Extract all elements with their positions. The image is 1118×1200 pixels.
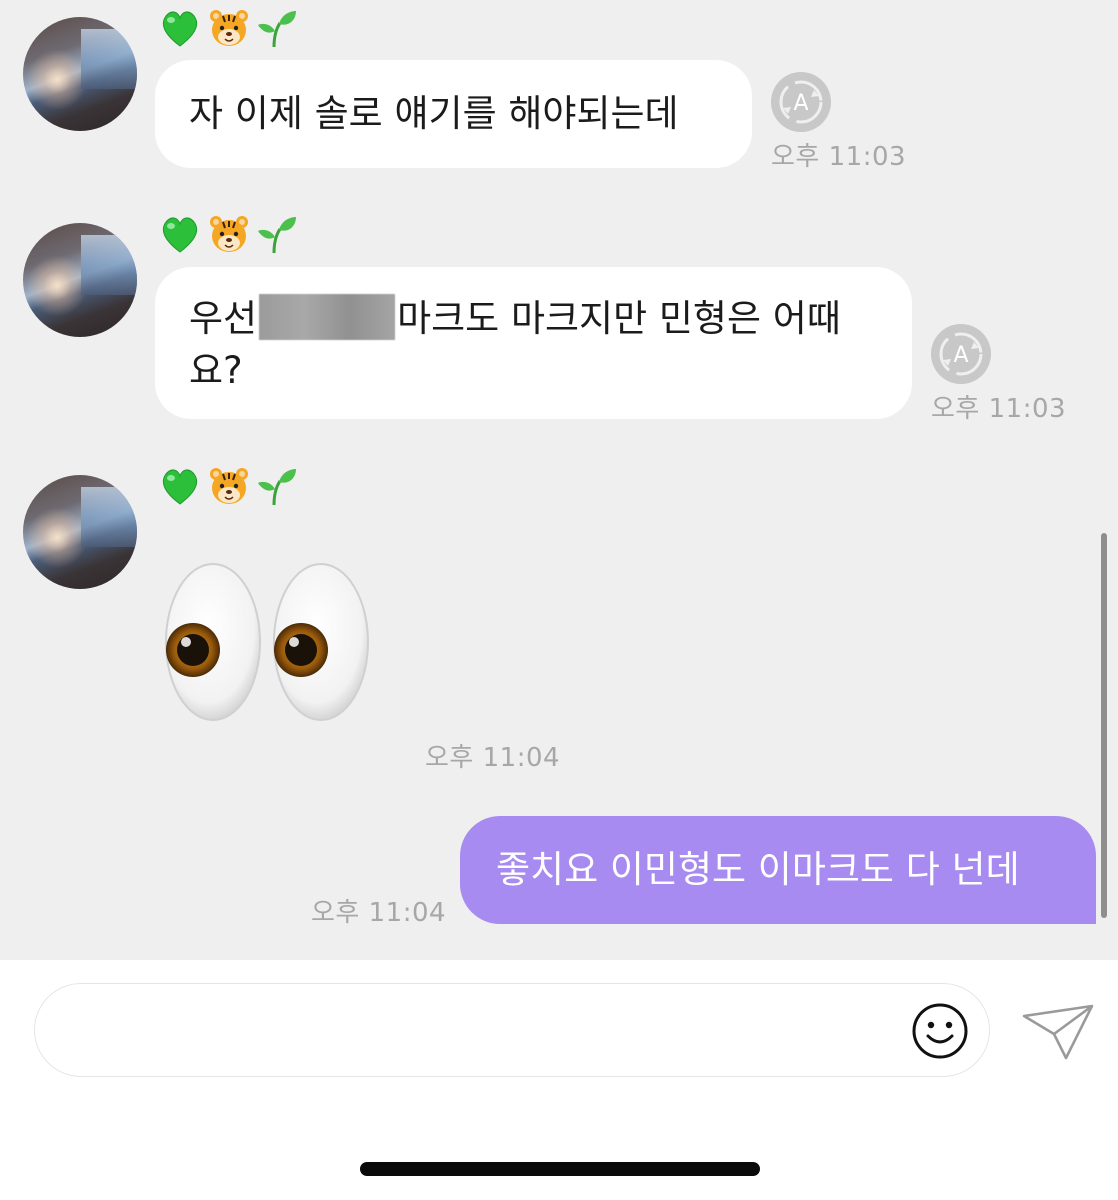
- seedling-icon: [258, 469, 296, 506]
- redacted-text: [259, 293, 396, 340]
- sender-badges: [158, 6, 298, 50]
- seedling-icon: [258, 217, 296, 254]
- sender-avatar[interactable]: [23, 475, 137, 589]
- sender-badges: [158, 212, 298, 256]
- home-indicator: [360, 1162, 760, 1176]
- received-message-bubble[interactable]: 우선 마크도 마크지만 민형은 어때 요?: [155, 267, 912, 419]
- sender-badges: [158, 464, 298, 508]
- sender-avatar[interactable]: [23, 17, 137, 131]
- svg-text:A: A: [793, 91, 808, 116]
- scrollbar[interactable]: [1101, 533, 1107, 918]
- message-text: 마크도 마크지만 민형은 어때: [397, 297, 841, 340]
- message-text: 좋치요 이민형도 이마크도 다 넌데: [496, 848, 1020, 891]
- green-heart-icon: [162, 217, 198, 253]
- smiley-icon[interactable]: [911, 1002, 969, 1060]
- auto-translate-icon[interactable]: A: [929, 322, 993, 386]
- eyes-emoji-icon[interactable]: [160, 560, 375, 725]
- message-input[interactable]: [65, 1004, 909, 1060]
- message-text: 요?: [189, 349, 243, 392]
- paper-plane-icon[interactable]: [1020, 1000, 1096, 1062]
- sender-avatar[interactable]: [23, 223, 137, 337]
- green-heart-icon: [162, 469, 198, 505]
- message-timestamp: 오후 11:04: [311, 898, 447, 928]
- green-heart-icon: [162, 11, 198, 47]
- message-timestamp: 오후 11:04: [425, 743, 561, 773]
- message-text-line: 우선 마크도 마크지만 민형은 어때: [189, 293, 878, 345]
- received-message-bubble[interactable]: 자 이제 솔로 얘기를 해야되는데: [155, 60, 752, 168]
- tiger-face-icon: [210, 216, 248, 252]
- message-text: 자 이제 솔로 얘기를 해야되는데: [189, 92, 679, 135]
- message-composer[interactable]: [34, 983, 990, 1077]
- chat-area[interactable]: 자 이제 솔로 얘기를 해야되는데 A 오후 11:03 우선 마크도 마크지만…: [0, 0, 1118, 960]
- message-timestamp: 오후 11:03: [771, 142, 907, 172]
- tiger-face-icon: [210, 468, 248, 504]
- message-text: 우선: [189, 297, 258, 340]
- sent-message-bubble[interactable]: 좋치요 이민형도 이마크도 다 넌데: [460, 816, 1096, 924]
- message-timestamp: 오후 11:03: [931, 394, 1067, 424]
- tiger-face-icon: [210, 10, 248, 46]
- auto-translate-icon[interactable]: A: [769, 70, 833, 134]
- seedling-icon: [258, 11, 296, 48]
- svg-text:A: A: [953, 343, 968, 368]
